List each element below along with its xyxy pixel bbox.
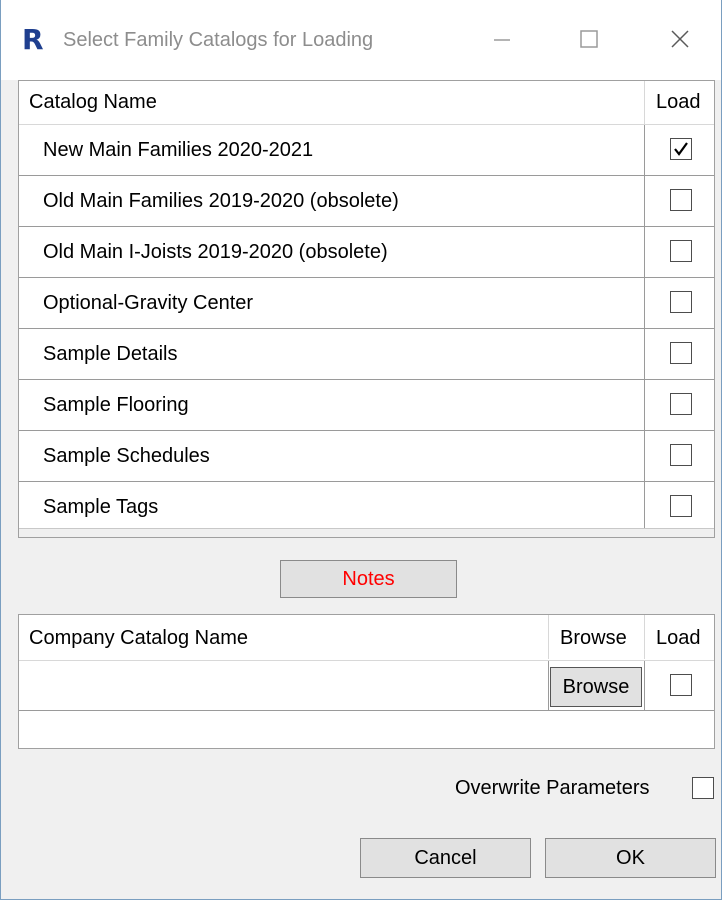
window-title: Select Family Catalogs for Loading [63, 29, 374, 51]
company-catalog-row: Browse [19, 661, 714, 711]
load-checkbox[interactable] [670, 393, 692, 415]
column-divider [644, 227, 645, 278]
grid-bottom-edge [19, 528, 714, 537]
column-divider [644, 329, 645, 380]
column-divider [644, 125, 645, 176]
dialog-window: R Select Family Catalogs for Loading Cat… [0, 0, 722, 900]
company-load-checkbox[interactable] [670, 674, 692, 696]
column-divider[interactable] [548, 615, 549, 659]
minimize-button[interactable] [463, 0, 541, 80]
column-header-browse[interactable]: Browse [560, 615, 627, 661]
load-checkbox[interactable] [670, 291, 692, 313]
maximize-button[interactable] [549, 0, 627, 80]
column-header-catalog-name[interactable]: Catalog Name [29, 81, 157, 124]
catalog-name-cell: Old Main Families 2019-2020 (obsolete) [43, 190, 399, 212]
ok-button[interactable]: OK [545, 838, 716, 878]
catalog-row[interactable]: New Main Families 2020-2021 [19, 125, 714, 176]
catalog-row[interactable]: Old Main I-Joists 2019-2020 (obsolete) [19, 227, 714, 278]
catalog-name-cell: Optional-Gravity Center [43, 292, 254, 314]
column-divider [644, 431, 645, 482]
catalog-row[interactable]: Sample Details [19, 329, 714, 380]
catalog-name-cell: New Main Families 2020-2021 [43, 139, 314, 161]
catalog-name-cell: Old Main I-Joists 2019-2020 (obsolete) [43, 241, 388, 263]
browse-button[interactable]: Browse [550, 667, 642, 707]
cancel-button[interactable]: Cancel [360, 838, 531, 878]
catalog-name-cell: Sample Schedules [43, 445, 210, 467]
load-checkbox[interactable] [670, 240, 692, 262]
column-header-load[interactable]: Load [656, 81, 701, 124]
overwrite-parameters-checkbox[interactable] [692, 777, 714, 799]
catalog-row[interactable]: Old Main Families 2019-2020 (obsolete) [19, 176, 714, 227]
maximize-icon [580, 30, 598, 48]
catalog-row[interactable]: Optional-Gravity Center [19, 278, 714, 329]
load-checkbox[interactable] [670, 444, 692, 466]
close-button[interactable] [635, 0, 713, 80]
catalog-row[interactable]: Sample Tags [19, 482, 714, 533]
column-divider[interactable] [644, 615, 645, 659]
column-divider[interactable] [644, 81, 645, 125]
column-divider [644, 482, 645, 533]
column-divider [548, 661, 549, 711]
catalog-grid-header: Catalog Name Load [19, 81, 714, 125]
column-header-company-catalog-name[interactable]: Company Catalog Name [29, 615, 248, 661]
catalog-name-cell: Sample Tags [43, 496, 159, 518]
load-checkbox[interactable] [670, 189, 692, 211]
title-bar[interactable]: R Select Family Catalogs for Loading [1, 0, 721, 80]
minimize-icon [494, 39, 510, 41]
load-checkbox[interactable] [670, 138, 692, 160]
revit-app-icon: R [22, 23, 44, 56]
column-divider [644, 278, 645, 329]
catalog-row[interactable]: Sample Flooring [19, 380, 714, 431]
column-divider [644, 661, 645, 711]
overwrite-parameters-label: Overwrite Parameters [455, 777, 650, 799]
company-catalog-grid: Company Catalog Name Browse Load Browse [18, 614, 715, 749]
notes-button[interactable]: Notes [280, 560, 457, 598]
catalog-row[interactable]: Sample Schedules [19, 431, 714, 482]
catalog-grid: Catalog Name Load New Main Families 2020… [18, 80, 715, 538]
column-header-load[interactable]: Load [656, 615, 701, 661]
catalog-name-cell: Sample Details [43, 343, 178, 365]
load-checkbox[interactable] [670, 342, 692, 364]
checkmark-icon [674, 142, 688, 156]
catalog-name-cell: Sample Flooring [43, 394, 189, 416]
close-icon [671, 30, 689, 48]
column-divider [644, 176, 645, 227]
column-divider [644, 380, 645, 431]
company-grid-header: Company Catalog Name Browse Load [19, 615, 714, 661]
load-checkbox[interactable] [670, 495, 692, 517]
